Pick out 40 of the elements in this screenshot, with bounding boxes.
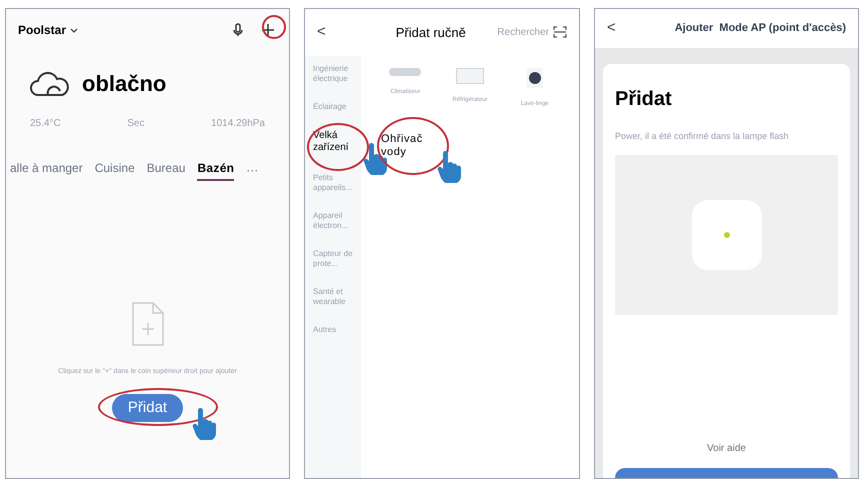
back-button[interactable]: < (607, 17, 616, 40)
category-item[interactable]: Autres (313, 324, 361, 334)
weather-stat: 25.4°C (30, 117, 61, 131)
back-button[interactable]: < (317, 21, 326, 44)
room-tab[interactable]: Bazén (197, 159, 234, 181)
instruction-text: Power, il a été confirmé dans la lampe flash (615, 130, 790, 143)
room-tab[interactable]: Bureau (146, 159, 186, 181)
category-item[interactable]: Velká zařízení (313, 130, 361, 154)
washer-icon (526, 68, 543, 88)
empty-document-icon (130, 301, 164, 347)
category-item[interactable]: Santé et wearable (313, 286, 361, 306)
pointing-hand-icon (437, 149, 463, 183)
room-tab[interactable]: alle à manger (10, 159, 83, 181)
chevron-down-icon (70, 28, 78, 32)
fridge-icon (456, 68, 484, 84)
search-link[interactable]: Rechercher (497, 24, 549, 40)
page-title: Ajouter Mode AP (point d'accès) (674, 21, 846, 36)
category-item[interactable]: Capteur de prote... (313, 248, 361, 268)
help-link[interactable]: Voir aide (707, 441, 746, 456)
room-tab[interactable]: Cuisine (94, 159, 135, 181)
add-button[interactable]: Přidat (112, 394, 184, 422)
category-item[interactable]: Éclairage (313, 102, 361, 112)
air-conditioner-icon (389, 68, 422, 76)
more-button[interactable]: ··· (246, 161, 258, 179)
annotation-ellipse (262, 15, 286, 39)
indicator-light-icon (724, 232, 730, 238)
category-item[interactable]: Petits appareils... (313, 172, 361, 192)
page-title: Přidat ručně (396, 24, 466, 42)
cloud-icon (30, 70, 70, 96)
account-dropdown[interactable]: Poolstar (18, 21, 78, 39)
weather-stat: Sec (127, 117, 144, 131)
pointing-hand-icon (192, 406, 218, 440)
card-heading: Přidat (615, 86, 673, 112)
category-item[interactable]: Ingénierie électrique (313, 64, 361, 84)
weather-stat: 1014.29hPa (211, 117, 265, 131)
microphone-icon[interactable] (233, 23, 243, 37)
scan-icon[interactable] (553, 26, 567, 38)
category-item[interactable]: Appareil électron... (313, 210, 361, 230)
weather-text: oblačno (82, 70, 166, 98)
device-tile[interactable]: Ohřivač vody (373, 120, 431, 160)
